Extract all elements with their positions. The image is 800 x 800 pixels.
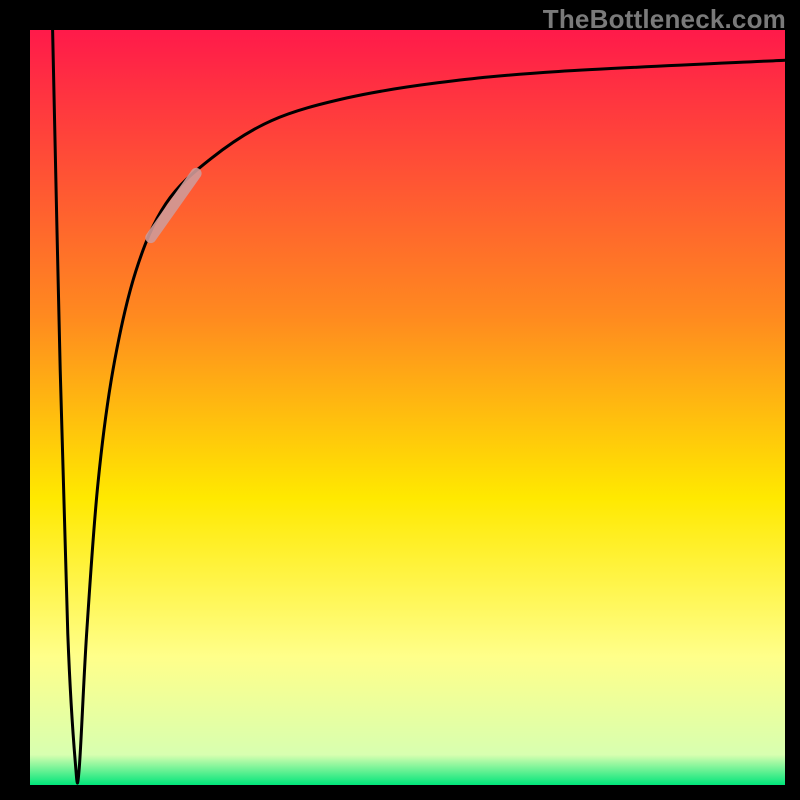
gradient-background [30, 30, 785, 785]
chart-frame: TheBottleneck.com [0, 0, 800, 800]
chart-svg [30, 30, 785, 785]
plot-area [30, 30, 785, 785]
